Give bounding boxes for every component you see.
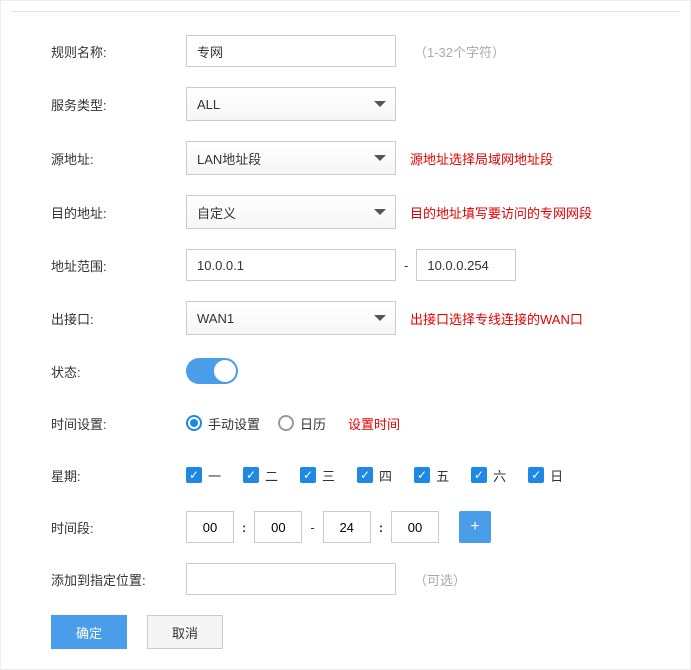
checkbox-icon: ✓ [186,467,202,483]
time-set-hint: 设置时间 [348,414,400,433]
out-if-hint: 出接口选择专线连接的WAN口 [410,309,583,328]
addr-range-label: 地址范围: [11,256,186,275]
src-addr-hint: 源地址选择局域网地址段 [410,149,553,168]
ok-button[interactable]: 确定 [51,615,127,649]
weekday-label: 日 [550,466,563,485]
weekday-checkbox-0[interactable]: ✓一 [186,466,221,485]
checkbox-icon: ✓ [528,467,544,483]
dst-addr-label: 目的地址: [11,203,186,222]
time-set-label: 时间设置: [11,414,186,433]
weekday-label: 三 [322,466,335,485]
weekday-checkbox-4[interactable]: ✓五 [414,466,449,485]
weekday-label: 二 [265,466,278,485]
add-pos-label: 添加到指定位置: [11,570,186,589]
weekday-checkbox-5[interactable]: ✓六 [471,466,506,485]
weekday-checkbox-3[interactable]: ✓四 [357,466,392,485]
status-toggle[interactable] [186,358,238,384]
dst-addr-hint: 目的地址填写要访问的专网网段 [410,203,592,222]
radio-icon [278,415,294,431]
time-manual-radio[interactable]: 手动设置 [186,414,260,433]
service-type-label: 服务类型: [11,95,186,114]
add-pos-hint: （可选） [414,570,466,589]
out-if-select[interactable]: WAN1 [186,301,396,335]
time-start-hour-input[interactable] [186,511,234,543]
rule-name-input[interactable] [186,35,396,67]
addr-range-end-input[interactable] [416,249,516,281]
dst-addr-select[interactable]: 自定义 [186,195,396,229]
weekday-label: 五 [436,466,449,485]
weekday-label: 六 [493,466,506,485]
checkbox-icon: ✓ [357,467,373,483]
weekday-checkbox-1[interactable]: ✓二 [243,466,278,485]
src-addr-select[interactable]: LAN地址段 [186,141,396,175]
time-start-min-input[interactable] [254,511,302,543]
time-colon: : [379,520,383,535]
range-separator: - [404,258,408,273]
rule-name-hint: （1-32个字符） [414,42,505,61]
service-type-select[interactable]: ALL [186,87,396,121]
time-manual-label: 手动设置 [208,414,260,433]
status-label: 状态: [11,362,186,381]
checkbox-icon: ✓ [471,467,487,483]
checkbox-icon: ✓ [243,467,259,483]
weekday-checkbox-2[interactable]: ✓三 [300,466,335,485]
toggle-knob [214,360,236,382]
checkbox-icon: ✓ [300,467,316,483]
checkbox-icon: ✓ [414,467,430,483]
weekday-checkbox-6[interactable]: ✓日 [528,466,563,485]
time-end-min-input[interactable] [391,511,439,543]
cancel-button[interactable]: 取消 [147,615,223,649]
time-calendar-label: 日历 [300,414,326,433]
time-colon: : [242,520,246,535]
time-end-hour-input[interactable] [323,511,371,543]
src-addr-label: 源地址: [11,149,186,168]
out-if-label: 出接口: [11,309,186,328]
add-pos-input[interactable] [186,563,396,595]
time-range-label: 时间段: [11,518,186,537]
add-time-button[interactable]: + [459,511,491,543]
rule-name-label: 规则名称: [11,42,186,61]
weekday-label: 四 [379,466,392,485]
time-range-separator: - [310,520,314,535]
radio-icon [186,415,202,431]
time-calendar-radio[interactable]: 日历 [278,414,326,433]
addr-range-start-input[interactable] [186,249,396,281]
week-label: 星期: [11,466,186,485]
weekday-label: 一 [208,466,221,485]
